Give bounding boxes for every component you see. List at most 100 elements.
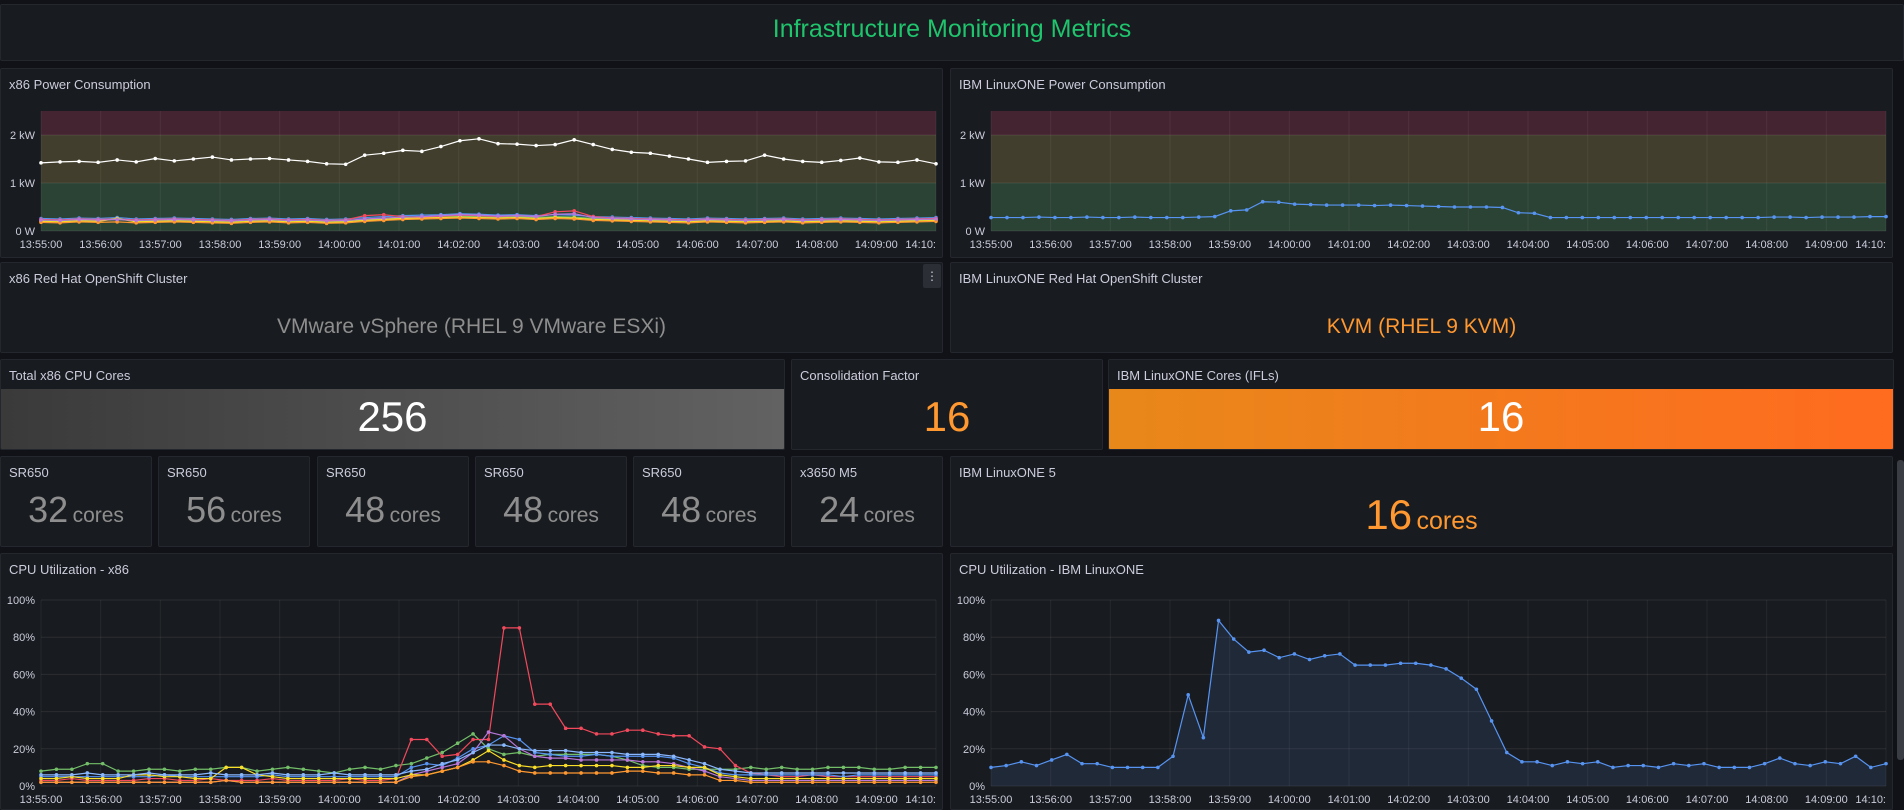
y-tick-label: 20%	[13, 744, 35, 756]
data-point	[1228, 209, 1233, 213]
data-point	[1793, 761, 1797, 766]
linuxone-cores-panel[interactable]: IBM LinuxONE Cores (IFLs) 16	[1108, 359, 1894, 450]
data-point	[134, 218, 139, 223]
linuxone-cluster-panel[interactable]: IBM LinuxONE Red Hat OpenShift Cluster K…	[950, 262, 1893, 353]
server-panel[interactable]: x3650 M5 24 cores	[791, 456, 943, 547]
x86-cluster-panel[interactable]: x86 Red Hat OpenShift Cluster ⋮ VMware v…	[0, 262, 943, 353]
data-point	[641, 728, 645, 732]
data-point	[989, 765, 993, 770]
x86-power-chart[interactable]: 0 W 1 kW 2 kW 13:55:00 13:56:00 13:57:00 13:58…	[1, 69, 943, 258]
data-point	[1535, 760, 1539, 764]
data-point	[838, 158, 843, 163]
y-tick-label: 2 kW	[960, 130, 986, 142]
data-point	[610, 750, 614, 755]
data-point	[1308, 202, 1313, 207]
data-point	[656, 732, 661, 736]
data-point	[193, 767, 198, 772]
x-tick-label: 13:59:00	[1208, 794, 1251, 806]
page-scrollbar[interactable]	[1897, 460, 1904, 760]
cpu-x86-chart[interactable]: 0% 20% 40% 60% 80% 100% 13:55:00 13:56:00 13:57:…	[1, 554, 943, 810]
data-point	[502, 733, 506, 738]
data-point	[54, 776, 59, 781]
cpu-x86-panel[interactable]: CPU Utilization - x86 0% 20% 40% 60% 80% 100%…	[0, 553, 943, 810]
data-point	[838, 217, 843, 222]
data-point	[191, 218, 196, 222]
data-point	[1276, 200, 1281, 204]
y-tick-label: 0 W	[965, 226, 985, 238]
x-tick-label: 13:57:00	[139, 239, 182, 251]
threshold-band	[991, 111, 1886, 135]
data-point	[1186, 693, 1191, 697]
data-point	[85, 776, 90, 781]
panel-title: SR650	[326, 465, 366, 480]
data-point	[116, 780, 120, 785]
data-point	[795, 767, 799, 772]
data-point	[1500, 205, 1505, 210]
data-point	[1117, 215, 1121, 220]
server-panel[interactable]: SR650 56 cores	[158, 456, 310, 547]
linuxone-power-panel[interactable]: IBM LinuxONE Power Consumption 0 W1 kW 2 …	[950, 68, 1893, 258]
data-point	[1820, 215, 1824, 219]
data-point	[191, 157, 196, 161]
data-point	[764, 771, 769, 775]
data-point	[162, 767, 167, 772]
cpu-linuxone-chart[interactable]: 0% 20% 40% 60% 80% 100% 13:55:00 13:56:00 13:57:…	[951, 554, 1893, 810]
kebab-menu-icon[interactable]: ⋮	[923, 264, 941, 288]
data-point	[1021, 215, 1025, 220]
server-panel[interactable]: SR650 32 cores	[0, 456, 152, 547]
data-point	[610, 732, 614, 736]
data-point	[594, 763, 599, 768]
data-point	[131, 780, 136, 785]
consolidation-factor-panel[interactable]: Consolidation Factor 16	[791, 359, 1103, 450]
y-tick-label: 60%	[963, 669, 985, 681]
data-point	[625, 728, 630, 732]
data-point	[496, 141, 500, 146]
data-point	[648, 151, 653, 156]
data-point	[286, 765, 290, 770]
stat-value: 256	[357, 393, 428, 440]
data-point	[1231, 637, 1236, 641]
server-panel[interactable]: SR650 48 cores	[633, 456, 785, 547]
linuxone5-panel[interactable]: IBM LinuxONE 5 16 cores	[950, 456, 1893, 547]
y-tick-label: 80%	[963, 632, 985, 644]
data-point	[517, 737, 522, 742]
core-unit: cores	[863, 504, 915, 527]
data-point	[316, 773, 321, 777]
data-point	[362, 153, 367, 157]
data-point	[153, 218, 158, 222]
data-point	[70, 767, 74, 772]
data-point	[548, 702, 553, 706]
data-point	[486, 748, 491, 753]
x-tick-label: 14:02:00	[1387, 239, 1430, 251]
panel-title: IBM LinuxONE Cores (IFLs)	[1117, 368, 1279, 383]
data-point	[224, 765, 228, 770]
data-point	[147, 771, 151, 775]
data-point	[1756, 215, 1760, 220]
linuxone-power-chart[interactable]: 0 W 1 kW 2 kW 13:55:00 13:56:00 13:57:00 13:58…	[951, 69, 1893, 258]
data-point	[629, 150, 634, 155]
data-point	[733, 774, 738, 779]
data-point	[779, 771, 784, 775]
data-point	[208, 780, 213, 785]
data-point	[1201, 735, 1206, 740]
x-tick-label: 14:09:00	[855, 239, 898, 251]
data-point	[572, 138, 576, 142]
cpu-linuxone-panel[interactable]: CPU Utilization - IBM LinuxONE 0% 20% 40% 6…	[950, 553, 1893, 810]
data-point	[1596, 215, 1601, 220]
total-x86-cores-panel[interactable]: Total x86 CPU Cores 256	[0, 359, 785, 450]
server-panel[interactable]: SR650 48 cores	[317, 456, 469, 547]
data-point	[641, 769, 645, 773]
core-value: 16	[1365, 491, 1413, 538]
data-point	[1383, 663, 1388, 667]
data-point	[515, 142, 519, 146]
data-point	[286, 780, 290, 785]
x86-power-panel[interactable]: x86 Power Consumption 0 W1 kW 2 kW 13:55:0…	[0, 68, 943, 258]
data-point	[1095, 761, 1099, 766]
data-point	[1156, 765, 1160, 770]
data-point	[779, 765, 784, 770]
data-point	[305, 159, 310, 164]
dashboard-title: Infrastructure Monitoring Metrics	[772, 15, 1132, 43]
x-tick-label: 14:02:00	[437, 794, 480, 806]
data-point	[1869, 765, 1873, 770]
server-panel[interactable]: SR650 48 cores	[475, 456, 627, 547]
